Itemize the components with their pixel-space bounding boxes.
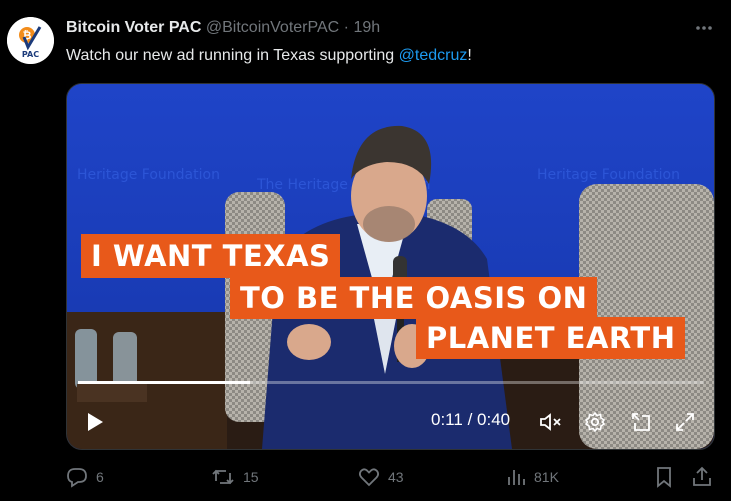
gear-icon (584, 411, 606, 433)
like-button[interactable]: 43 (358, 462, 404, 492)
settings-button[interactable] (581, 408, 609, 436)
picture-in-picture-button[interactable] (627, 408, 655, 436)
video-caption-line-1: I WANT TEXAS (81, 234, 341, 278)
tweet-text: Watch our new ad running in Texas suppor… (66, 45, 472, 67)
analytics-icon (508, 470, 525, 485)
video-caption-line-3: PLANET EARTH (416, 317, 686, 359)
share-button[interactable] (691, 462, 713, 492)
repost-icon (212, 469, 234, 485)
view-count: 81K (534, 469, 559, 485)
tweet-text-end: ! (467, 47, 472, 64)
reply-icon (67, 468, 87, 488)
video-progress-bar[interactable] (78, 381, 704, 384)
tweet-text-body: Watch our new ad running in Texas suppor… (66, 47, 399, 64)
svg-text:Heritage Foundation: Heritage Foundation (537, 167, 680, 183)
heart-icon (358, 468, 380, 487)
views-button[interactable]: 81K (506, 462, 559, 492)
pip-icon (632, 413, 650, 431)
current-time: 0:11 (431, 410, 463, 429)
author-name[interactable]: Bitcoin Voter PAC (66, 19, 201, 36)
video-caption-line-2: TO BE THE OASIS ON (230, 277, 598, 319)
play-icon (88, 413, 103, 431)
play-button[interactable] (81, 408, 109, 436)
reply-count: 6 (96, 469, 104, 485)
video-player[interactable]: Heritage Foundation The Heritage Foundat… (66, 83, 715, 450)
tweet-actions: 6 15 43 81K (66, 462, 721, 492)
tweet-header: Bitcoin Voter PAC @BitcoinVoterPAC · 19h (66, 17, 711, 39)
bookmark-button[interactable] (654, 462, 674, 492)
tweet-timestamp[interactable]: 19h (353, 19, 380, 36)
bitcoin-pac-logo: ₿ PAC (7, 17, 54, 64)
author-handle[interactable]: @BitcoinVoterPAC (206, 19, 339, 36)
repost-count: 15 (243, 469, 259, 485)
separator-dot: · (343, 19, 349, 36)
expand-icon (676, 413, 694, 431)
mention-link[interactable]: @tedcruz (399, 47, 468, 64)
avatar-label: PAC (22, 50, 39, 59)
video-time: 0:11 / 0:40 (431, 410, 510, 430)
video-controls: 0:11 / 0:40 (67, 402, 714, 438)
video-progress-fill (78, 381, 251, 384)
avatar[interactable]: ₿ PAC (7, 17, 54, 64)
like-count: 43 (388, 469, 404, 485)
share-icon (693, 466, 711, 486)
bookmark-icon (657, 467, 671, 488)
svg-text:Heritage Foundation: Heritage Foundation (77, 167, 220, 183)
repost-button[interactable]: 15 (211, 462, 259, 492)
speaker-muted-icon (540, 413, 561, 431)
duration: 0:40 (477, 410, 511, 429)
more-dots-icon (696, 26, 712, 30)
more-options-button[interactable] (689, 15, 719, 41)
time-separator: / (467, 410, 473, 429)
mute-button[interactable] (537, 408, 565, 436)
reply-button[interactable]: 6 (66, 462, 104, 492)
fullscreen-button[interactable] (671, 408, 699, 436)
